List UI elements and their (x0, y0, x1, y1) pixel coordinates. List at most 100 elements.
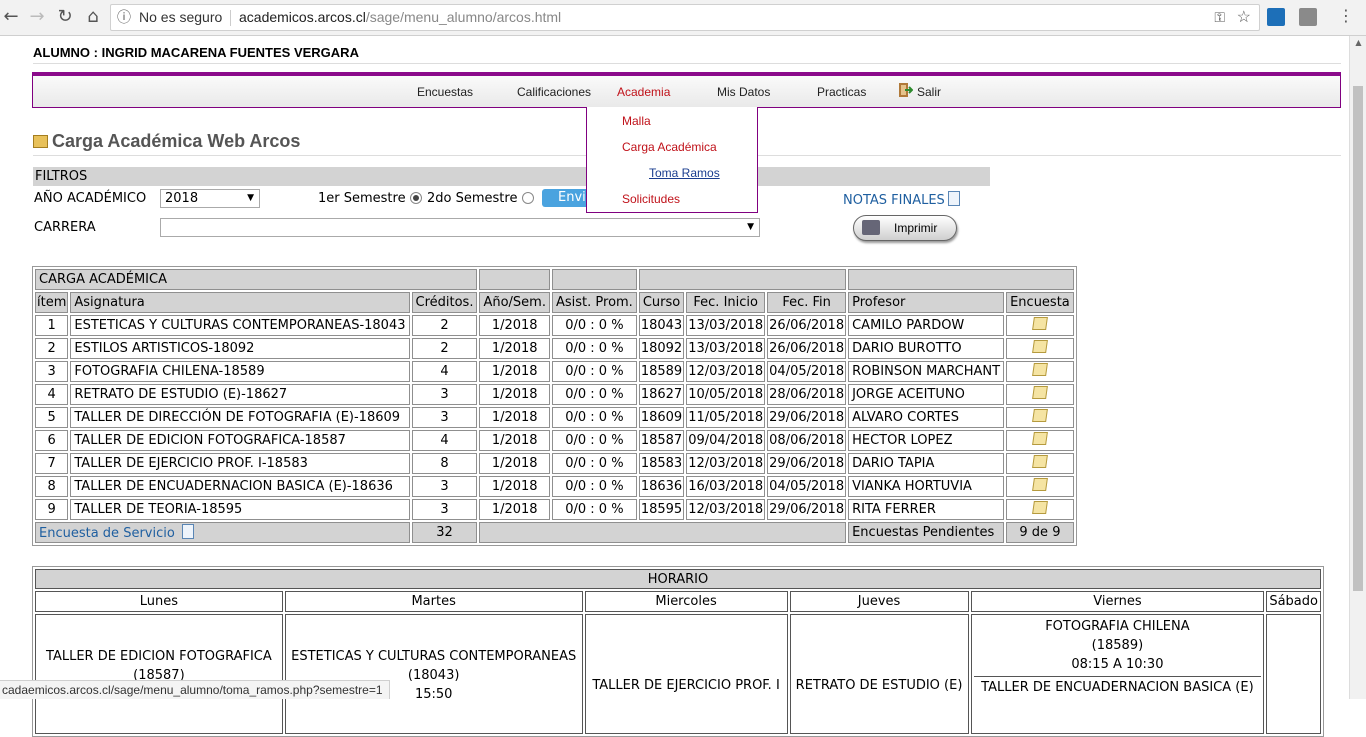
document-icon (181, 524, 194, 539)
table-title: CARGA ACADÉMICA (35, 269, 478, 290)
sem1-label: 1er Semestre (318, 191, 406, 206)
cell-curso: 18092 (638, 338, 685, 359)
cell-asignatura: TALLER DE EDICION FOTOGRAFICA-18587 (70, 430, 410, 451)
survey-edit-icon[interactable] (1032, 317, 1048, 330)
menu-calificaciones[interactable]: Calificaciones (517, 85, 591, 99)
table-row: 4 RETRATO DE ESTUDIO (E)-18627 3 1/2018 0/0 … (35, 384, 1074, 405)
cell-encuesta (1006, 315, 1074, 336)
survey-edit-icon[interactable] (1032, 501, 1048, 514)
cell-item: 8 (35, 476, 69, 497)
slot-miercoles: TALLER DE EJERCICIO PROF. I (584, 614, 788, 734)
cell-ano-sem: 1/2018 (479, 338, 550, 359)
cell-creditos: 4 (411, 430, 478, 451)
dropdown-malla[interactable]: Malla (622, 114, 651, 128)
menu-academia[interactable]: Academia (617, 85, 670, 99)
logout-door-icon[interactable] (897, 82, 913, 98)
cell-fec-inicio: 10/05/2018 (686, 384, 766, 405)
dropdown-solicitudes[interactable]: Solicitudes (622, 192, 680, 206)
folder-icon (33, 135, 48, 148)
survey-edit-icon[interactable] (1032, 386, 1048, 399)
cell-creditos: 3 (411, 407, 478, 428)
header-blank (479, 269, 550, 290)
main-menu: Encuestas Calificaciones Academia Mis Da… (32, 72, 1341, 108)
col-profesor: Profesor (848, 292, 1005, 313)
cell-item: 9 (35, 499, 69, 520)
cell-item: 5 (35, 407, 69, 428)
cell-fec-inicio: 12/03/2018 (686, 453, 766, 474)
address-bar[interactable]: ⓘ No es seguro academicos.arcos.cl/sage/… (110, 4, 1260, 31)
page-scrollbar[interactable]: ▲ (1349, 36, 1366, 699)
address-divider (230, 10, 231, 26)
cell-profesor: ALVARO CORTES (848, 407, 1005, 428)
career-select[interactable]: ▼ (160, 218, 760, 237)
cell-curso: 18587 (638, 430, 685, 451)
sem2-radio[interactable] (522, 192, 534, 204)
survey-edit-icon[interactable] (1032, 455, 1048, 468)
home-icon[interactable]: ⌂ (82, 6, 104, 28)
cell-ano-sem: 1/2018 (479, 430, 550, 451)
year-select[interactable]: 2018 ▼ (160, 189, 260, 208)
slot-martes: ESTETICAS Y CULTURAS CONTEMPORANEAS (180… (284, 614, 583, 734)
col-asistencia: Asist. Prom. (551, 292, 637, 313)
browser-menu-icon[interactable]: ⋮ (1338, 6, 1354, 26)
url-text[interactable]: academicos.arcos.cl/sage/menu_alumno/arc… (239, 5, 561, 30)
page-title-text: Carga Académica Web Arcos (52, 131, 301, 151)
menu-encuestas[interactable]: Encuestas (417, 85, 473, 99)
cell-creditos: 4 (411, 361, 478, 382)
cell-profesor: ROBINSON MARCHANT (848, 361, 1005, 382)
cell-fec-inicio: 13/03/2018 (686, 315, 766, 336)
reload-icon[interactable]: ↻ (54, 6, 76, 28)
back-icon[interactable]: ← (0, 6, 22, 28)
survey-edit-icon[interactable] (1032, 363, 1048, 376)
cell-ano-sem: 1/2018 (479, 315, 550, 336)
cell-asistencia: 0/0 : 0 % (551, 361, 637, 382)
scroll-up-icon[interactable]: ▲ (1350, 36, 1366, 50)
survey-edit-icon[interactable] (1032, 478, 1048, 491)
cell-asignatura: TALLER DE DIRECCIÓN DE FOTOGRAFIA (E)-18… (70, 407, 410, 428)
send-button[interactable]: Envi (542, 189, 592, 207)
key-icon[interactable]: ⚿ (1214, 5, 1225, 30)
cell-curso: 18583 (638, 453, 685, 474)
cell-fec-inicio: 11/05/2018 (686, 407, 766, 428)
horario-title-row: HORARIO (35, 569, 1321, 589)
menu-mis-datos[interactable]: Mis Datos (717, 85, 770, 99)
menu-practicas[interactable]: Practicas (817, 85, 866, 99)
cell-curso: 18636 (638, 476, 685, 497)
dropdown-toma-ramos[interactable]: Toma Ramos (649, 166, 720, 180)
header-blank (848, 269, 1074, 290)
info-icon[interactable]: ⓘ (117, 5, 131, 30)
sem2-label: 2do Semestre (427, 191, 518, 206)
extension-s-icon[interactable] (1267, 8, 1285, 26)
horario-days-row: Lunes Martes Miercoles Jueves Viernes Sá… (35, 591, 1321, 612)
cell-asignatura: RETRATO DE ESTUDIO (E)-18627 (70, 384, 410, 405)
horario-title: HORARIO (35, 569, 1321, 589)
extension-lock-icon[interactable] (1299, 8, 1317, 26)
table-title-row: CARGA ACADÉMICA (35, 269, 1074, 290)
sem1-radio[interactable] (410, 192, 422, 204)
url-path: /sage/menu_alumno/arcos.html (365, 9, 562, 25)
dropdown-carga-academica[interactable]: Carga Académica (622, 140, 717, 154)
cell-curso: 18627 (638, 384, 685, 405)
cell-profesor: DARIO TAPIA (848, 453, 1005, 474)
encuesta-servicio-link[interactable]: Encuesta de Servicio (39, 526, 175, 541)
forward-icon[interactable]: → (26, 6, 48, 28)
table-footer-row: Encuesta de Servicio 32 Encuestas Pendie… (35, 522, 1074, 543)
pending-label: Encuestas Pendientes (848, 522, 1005, 543)
table-row: 7 TALLER DE EJERCICIO PROF. I-18583 8 1/201… (35, 453, 1074, 474)
cell-fec-inicio: 16/03/2018 (686, 476, 766, 497)
slot-time: 08:15 A 10:30 (1071, 657, 1164, 672)
cell-fec-fin: 04/05/2018 (767, 361, 847, 382)
header-blank (638, 269, 847, 290)
scroll-thumb[interactable] (1353, 86, 1363, 591)
notas-finales-link[interactable]: NOTAS FINALES (843, 191, 960, 208)
slot-course: TALLER DE EJERCICIO PROF. I (592, 678, 780, 693)
bookmark-star-icon[interactable]: ☆ (1237, 5, 1251, 30)
print-button[interactable]: Imprimir (853, 215, 957, 241)
survey-edit-icon[interactable] (1032, 340, 1048, 353)
cell-encuesta (1006, 453, 1074, 474)
cell-curso: 18595 (638, 499, 685, 520)
day-jueves: Jueves (789, 591, 969, 612)
menu-salir[interactable]: Salir (917, 85, 941, 99)
survey-edit-icon[interactable] (1032, 432, 1048, 445)
survey-edit-icon[interactable] (1032, 409, 1048, 422)
